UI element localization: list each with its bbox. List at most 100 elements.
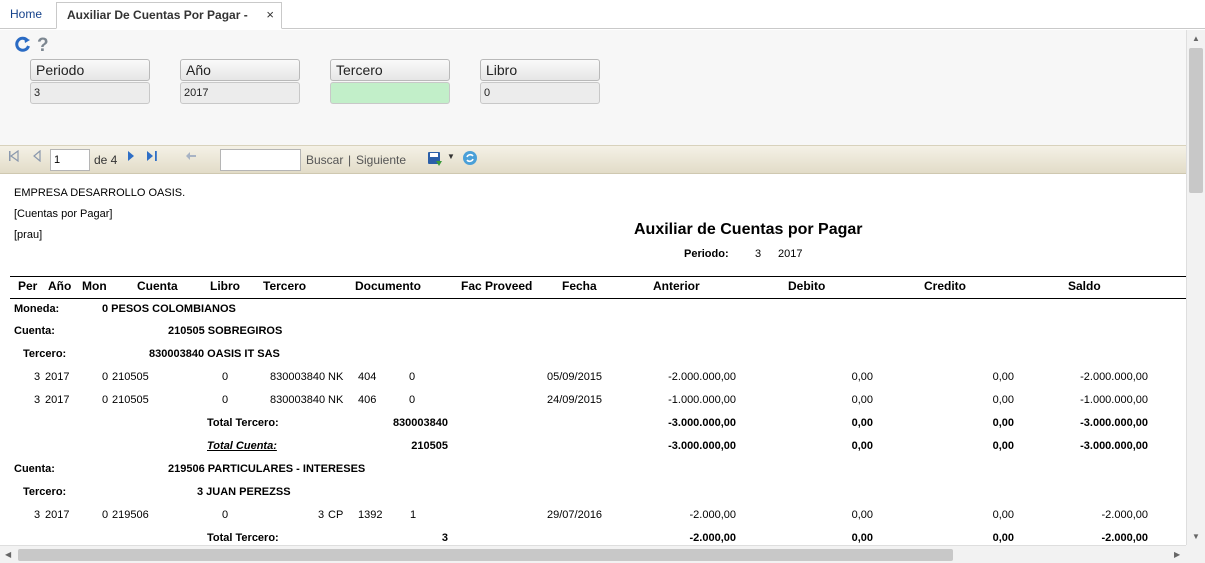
scroll-up-icon[interactable]: ▲ — [1192, 34, 1200, 43]
close-icon[interactable]: × — [266, 3, 274, 27]
total-cuenta-id: 210505 — [411, 440, 448, 452]
total-tercero-id: 3 — [441, 532, 448, 544]
find-next-button[interactable]: Siguiente — [356, 153, 406, 167]
cell-anio: 2017 — [45, 394, 70, 406]
cuenta-value: 219506 PARTICULARES - INTERESES — [168, 463, 366, 475]
cell-anterior: -2.000,00 — [689, 509, 736, 521]
last-page-icon[interactable] — [145, 150, 159, 165]
col-tercero: Tercero — [263, 279, 307, 293]
report-user: [prau] — [14, 229, 43, 241]
periodo-field[interactable]: 3 — [30, 82, 150, 104]
cell-debito: 0,00 — [851, 509, 873, 521]
col-anio: Año — [48, 279, 72, 293]
tercero-label: Tercero — [330, 59, 450, 81]
cell-documento: 406 — [358, 394, 377, 406]
cell-documento: 1392 — [358, 509, 383, 521]
cell-mon: 0 — [102, 394, 109, 406]
cell-debito: 0,00 — [851, 371, 873, 383]
col-saldo: Saldo — [1068, 279, 1101, 293]
col-credito: Credito — [924, 279, 966, 293]
cell-fac-proveed: 0 — [409, 371, 416, 383]
help-icon[interactable]: ? — [37, 35, 49, 57]
year-value: 2017 — [778, 248, 803, 260]
total-cuenta-debito: 0,00 — [851, 440, 873, 452]
libro-field[interactable]: 0 — [480, 82, 600, 104]
total-cuenta-credito: 0,00 — [992, 440, 1014, 452]
cell-tipo: NK — [328, 394, 344, 406]
periodo-label: Periodo — [30, 59, 150, 81]
tab-bar: Home Auxiliar De Cuentas Por Pagar -[pra… — [0, 0, 1205, 46]
cell-per: 3 — [34, 509, 41, 521]
cuenta-value: 210505 SOBREGIROS — [168, 325, 283, 337]
cell-credito: 0,00 — [992, 371, 1014, 383]
page-count: de 4 — [94, 153, 118, 167]
total-tercero-credito: 0,00 — [992, 417, 1014, 429]
total-cuenta-saldo: -3.000.000,00 — [1080, 440, 1148, 452]
total-tercero-anterior: -3.000.000,00 — [668, 417, 736, 429]
cell-anterior: -2.000.000,00 — [668, 371, 736, 383]
anio-field[interactable]: 2017 — [180, 82, 300, 104]
scroll-right-icon[interactable]: ▶ — [1174, 550, 1180, 559]
total-tercero-saldo: -2.000,00 — [1101, 532, 1148, 544]
vertical-scroll-thumb[interactable] — [1189, 48, 1203, 193]
export-icon[interactable] — [427, 151, 443, 170]
cell-cuenta: 210505 — [112, 371, 149, 383]
col-fac-proveed: Fac Proveed — [461, 279, 533, 293]
refresh-report-icon[interactable] — [462, 150, 478, 169]
period-value: 3 — [755, 248, 762, 260]
refresh-icon[interactable] — [14, 36, 31, 58]
cell-mon: 0 — [102, 509, 109, 521]
scroll-down-icon[interactable]: ▼ — [1192, 532, 1200, 541]
moneda-label: Moneda: — [14, 303, 60, 315]
total-cuenta-anterior: -3.000.000,00 — [668, 440, 736, 452]
report-subtitle: [Cuentas por Pagar] — [14, 208, 113, 220]
search-input[interactable] — [220, 149, 301, 171]
tab-home[interactable]: Home — [0, 2, 52, 29]
cell-fecha: 24/09/2015 — [547, 394, 603, 406]
cell-fecha: 29/07/2016 — [547, 509, 603, 521]
back-icon[interactable] — [185, 150, 197, 165]
total-tercero-anterior: -2.000,00 — [689, 532, 736, 544]
cell-tercero: 830003840 — [270, 394, 326, 406]
header-bottom-rule — [10, 298, 1186, 299]
libro-label: Libro — [480, 59, 600, 81]
export-dropdown-icon[interactable]: ▼ — [447, 152, 455, 161]
next-page-icon[interactable] — [126, 150, 136, 165]
previous-page-icon[interactable] — [32, 149, 42, 165]
horizontal-scrollbar[interactable]: ◀ ▶ — [0, 545, 1186, 563]
cell-saldo: -1.000.000,00 — [1080, 394, 1148, 406]
cell-fac-proveed: 0 — [409, 394, 416, 406]
page-number-input[interactable]: 1 — [50, 149, 90, 171]
cell-debito: 0,00 — [851, 394, 873, 406]
tercero-value: 830003840 OASIS IT SAS — [149, 348, 280, 360]
parameter-panel: ? Periodo 3 Año 2017 Tercero Libro 0 — [0, 30, 1186, 145]
cell-per: 3 — [34, 371, 41, 383]
tab-auxiliar-cuentas-por-pagar[interactable]: Auxiliar De Cuentas Por Pagar -[prau] × — [56, 2, 282, 46]
total-tercero-label: Total Tercero: — [207, 532, 279, 544]
tercero-value: 3 JUAN PEREZSS — [197, 486, 291, 498]
cell-tipo: NK — [328, 371, 344, 383]
cell-mon: 0 — [102, 371, 109, 383]
cell-libro: 0 — [222, 371, 229, 383]
cell-fac-proveed: 1 — [410, 509, 417, 521]
tercero-field[interactable] — [330, 82, 450, 104]
col-libro: Libro — [210, 279, 240, 293]
tercero-label: Tercero: — [23, 348, 67, 360]
col-anterior: Anterior — [653, 279, 700, 293]
cell-anterior: -1.000.000,00 — [668, 394, 736, 406]
cell-anio: 2017 — [45, 509, 70, 521]
vertical-scrollbar[interactable]: ▲ ▼ — [1186, 30, 1205, 545]
cuenta-label: Cuenta: — [14, 463, 55, 475]
search-button[interactable]: Buscar — [306, 153, 343, 167]
total-tercero-debito: 0,00 — [851, 417, 873, 429]
cuenta-label: Cuenta: — [14, 325, 55, 337]
cell-documento: 404 — [358, 371, 377, 383]
first-page-icon[interactable] — [8, 149, 20, 165]
anio-label: Año — [180, 59, 300, 81]
report-title: Auxiliar de Cuentas por Pagar — [634, 221, 863, 238]
cell-credito: 0,00 — [992, 394, 1014, 406]
report-viewer: EMPRESA DESARROLLO OASIS. [Cuentas por P… — [0, 175, 1186, 545]
horizontal-scroll-thumb[interactable] — [18, 549, 953, 561]
scroll-left-icon[interactable]: ◀ — [5, 550, 11, 559]
report-toolbar: 1 de 4 Buscar | Siguiente ▼ — [0, 145, 1186, 174]
